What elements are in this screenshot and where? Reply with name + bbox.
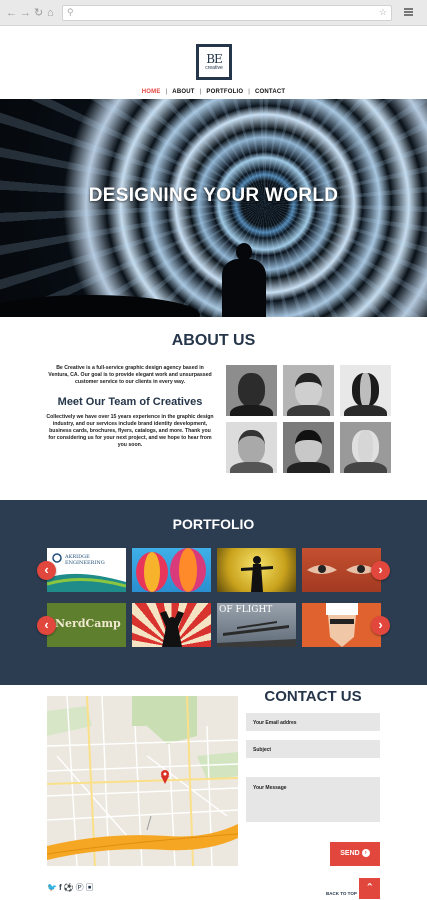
- portfolio-caption: OF FLIGHT: [219, 605, 273, 615]
- instagram-icon[interactable]: ▣: [86, 883, 96, 892]
- silhouette-figure: [222, 243, 266, 317]
- twitter-icon[interactable]: 🐦: [47, 883, 59, 892]
- portfolio-item[interactable]: [302, 548, 381, 592]
- arrow-right-icon[interactable]: →: [20, 7, 31, 19]
- hero-title: DESIGNING YOUR WORLD: [88, 185, 339, 206]
- about-title: ABOUT US: [171, 332, 256, 349]
- search-icon: ⚲: [67, 7, 74, 17]
- team-text: Collectively we have over 15 years exper…: [46, 414, 214, 448]
- team-photo[interactable]: [226, 422, 277, 473]
- nav-contact[interactable]: CONTACT: [250, 89, 290, 95]
- hero-banner: DESIGNING YOUR WORLD: [0, 99, 427, 317]
- main-nav: HOME | ABOUT | PORTFOLIO | CONTACT: [0, 89, 427, 95]
- dribbble-icon[interactable]: ⚽: [64, 883, 76, 892]
- bookmark-star-icon[interactable]: ☆: [379, 7, 387, 18]
- browser-toolbar: ← → ↻ ⌂ ⚲ ☆: [0, 0, 427, 26]
- nav-about[interactable]: ABOUT: [167, 89, 199, 95]
- home-icon[interactable]: ⌂: [47, 7, 54, 19]
- portfolio-item[interactable]: NerdCamp: [47, 603, 126, 647]
- contact-title: CONTACT US: [264, 688, 362, 705]
- portfolio-section: PORTFOLIO AKRIDGE ENGINEERING NerdCamp O…: [0, 500, 427, 685]
- team-title: Meet Our Team of Creatives: [57, 396, 203, 408]
- portfolio-item[interactable]: [217, 548, 296, 592]
- carousel-next-button[interactable]: ›: [371, 561, 390, 580]
- team-photo[interactable]: [283, 422, 334, 473]
- send-label: SEND: [340, 850, 360, 857]
- carousel-prev-button[interactable]: ‹: [37, 616, 56, 635]
- portfolio-item[interactable]: [132, 603, 211, 647]
- carousel-prev-button[interactable]: ‹: [37, 561, 56, 580]
- portfolio-item[interactable]: OF FLIGHT: [217, 603, 296, 647]
- team-photo[interactable]: [340, 365, 391, 416]
- about-intro: Be Creative is a full-service graphic de…: [48, 365, 212, 385]
- portfolio-item[interactable]: [302, 603, 381, 647]
- logo-text: creative: [205, 64, 223, 71]
- portfolio-caption: AKRIDGE ENGINEERING: [65, 554, 105, 566]
- subject-field[interactable]: Subject: [246, 740, 380, 758]
- email-field[interactable]: Your Email addres: [246, 713, 380, 731]
- message-field[interactable]: Your Message: [246, 777, 380, 822]
- team-photo-grid: [226, 365, 392, 473]
- chevron-right-icon: ›: [361, 849, 370, 858]
- nav-home[interactable]: HOME: [137, 89, 166, 95]
- portfolio-item[interactable]: AKRIDGE ENGINEERING: [47, 548, 126, 592]
- reload-icon[interactable]: ↻: [34, 7, 43, 19]
- location-map[interactable]: [47, 696, 238, 866]
- portfolio-item[interactable]: [132, 548, 211, 592]
- team-photo[interactable]: [226, 365, 277, 416]
- team-photo[interactable]: [283, 365, 334, 416]
- team-photo[interactable]: [340, 422, 391, 473]
- portfolio-caption: NerdCamp: [55, 617, 121, 630]
- back-to-top-label[interactable]: BACK TO TOP: [326, 891, 357, 896]
- address-bar[interactable]: ⚲ ☆: [62, 5, 392, 21]
- nav-portfolio[interactable]: PORTFOLIO: [201, 89, 248, 95]
- carousel-next-button[interactable]: ›: [371, 616, 390, 635]
- arrow-left-icon[interactable]: ←: [6, 7, 17, 19]
- send-button[interactable]: SEND ›: [330, 842, 380, 866]
- portfolio-title: PORTFOLIO: [172, 516, 255, 532]
- logo[interactable]: BE creative: [196, 44, 232, 80]
- chevron-up-icon: ˆ: [367, 881, 372, 896]
- social-links: 🐦f⚽Ⓟ▣: [47, 882, 96, 893]
- star-trails-image: [0, 99, 427, 317]
- hamburger-icon[interactable]: [404, 8, 413, 16]
- back-to-top-button[interactable]: ˆ: [359, 878, 380, 899]
- pinterest-icon[interactable]: Ⓟ: [76, 883, 86, 892]
- logo-mark: BE: [206, 51, 223, 66]
